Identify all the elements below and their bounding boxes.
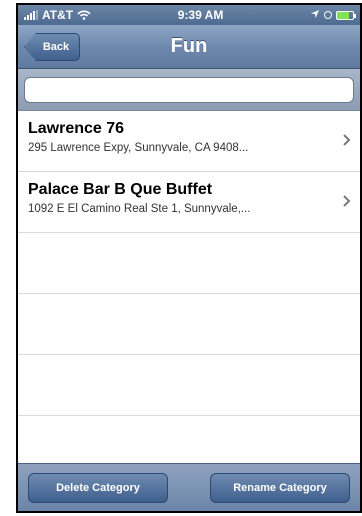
status-bar: AT&T 9:39 AM bbox=[18, 5, 360, 25]
status-right bbox=[310, 8, 356, 22]
list-item[interactable]: Palace Bar B Que Buffet 1092 E El Camino… bbox=[18, 172, 360, 233]
list-item-address: 295 Lawrence Expy, Sunnyvale, CA 9408... bbox=[28, 142, 249, 154]
carrier-label: AT&T bbox=[42, 8, 74, 22]
place-list: Lawrence 76 295 Lawrence Expy, Sunnyvale… bbox=[18, 111, 360, 477]
chevron-right-icon bbox=[343, 134, 351, 146]
lock-icon bbox=[324, 11, 332, 19]
status-time: 9:39 AM bbox=[177, 8, 224, 22]
page-title: Fun bbox=[170, 35, 208, 57]
bottom-toolbar: Delete Category Rename Category bbox=[18, 463, 360, 511]
search-bar bbox=[18, 69, 360, 111]
wifi-icon bbox=[77, 10, 91, 20]
delete-category-button[interactable]: Delete Category bbox=[28, 472, 168, 503]
signal-icon bbox=[24, 10, 38, 20]
back-button[interactable]: Back bbox=[24, 33, 80, 61]
list-item[interactable]: Lawrence 76 295 Lawrence Expy, Sunnyvale… bbox=[18, 111, 360, 172]
status-left: AT&T bbox=[24, 8, 91, 22]
screen: AT&T 9:39 AM Back Fun Lawrence 76 295 La… bbox=[18, 5, 360, 511]
location-icon bbox=[310, 8, 320, 22]
navigation-bar: Back Fun bbox=[18, 25, 360, 69]
chevron-right-icon bbox=[343, 195, 351, 207]
list-item-title: Palace Bar B Que Buffet bbox=[28, 181, 213, 198]
empty-row bbox=[18, 233, 360, 294]
rename-category-button[interactable]: Rename Category bbox=[210, 472, 350, 503]
battery-icon bbox=[336, 10, 356, 20]
empty-row bbox=[18, 355, 360, 416]
list-item-title: Lawrence 76 bbox=[28, 120, 125, 137]
search-input[interactable] bbox=[24, 77, 354, 103]
device-frame: AT&T 9:39 AM Back Fun Lawrence 76 295 La… bbox=[16, 3, 362, 513]
empty-row bbox=[18, 294, 360, 355]
list-item-address: 1092 E El Camino Real Ste 1, Sunnyvale,.… bbox=[28, 203, 251, 215]
